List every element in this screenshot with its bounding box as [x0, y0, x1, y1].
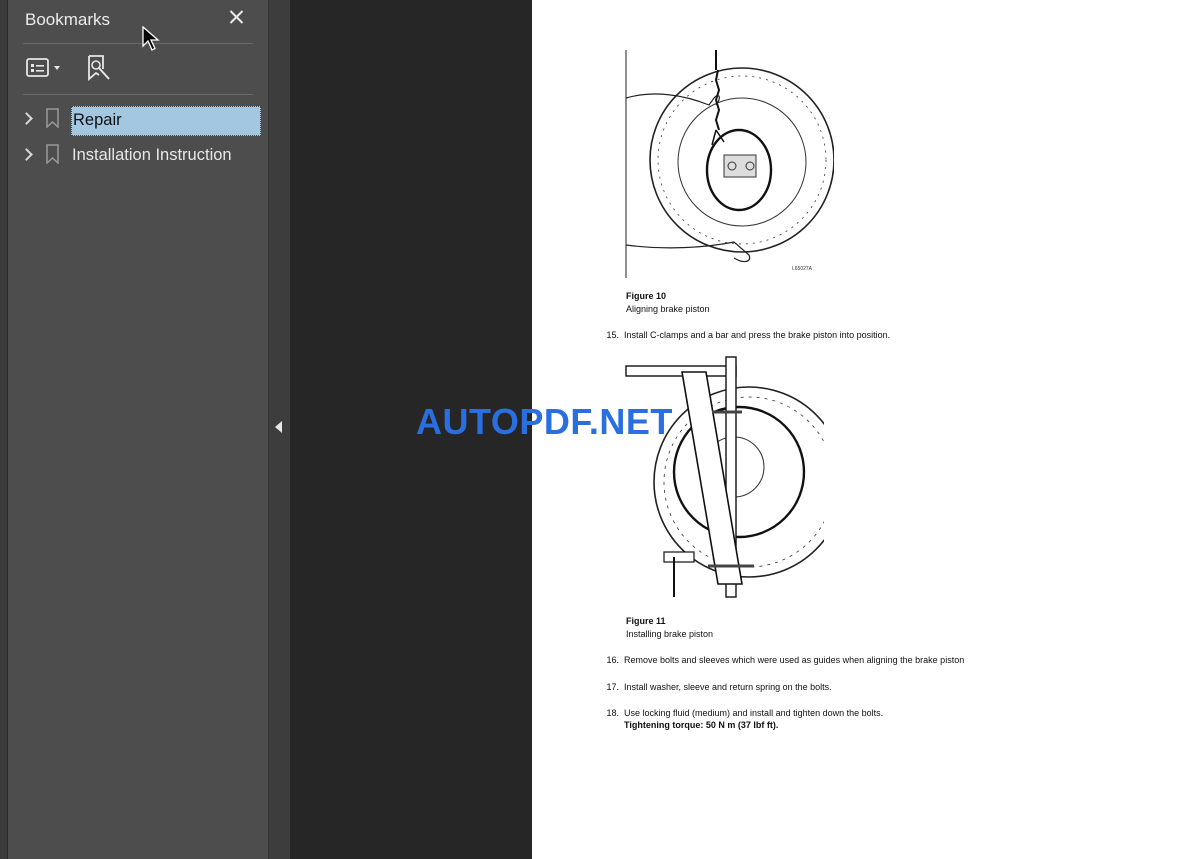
bookmarks-panel: Bookmarks Repair Installation Instructio… [8, 0, 268, 859]
divider [23, 43, 253, 44]
collapse-panel-arrow-icon[interactable] [275, 421, 282, 433]
find-current-bookmark-icon [88, 55, 110, 81]
watermark-text: AUTOPDF.NET [416, 401, 673, 442]
figure-11-caption: Installing brake piston [626, 629, 714, 639]
tightening-torque: Tightening torque: 50 N m (37 lbf ft). [624, 720, 779, 730]
bookmark-item-repair[interactable]: Repair [20, 104, 265, 136]
divider [23, 94, 253, 95]
figure-11-title: Figure 11 [626, 616, 666, 626]
left-navigation-rail [0, 0, 8, 859]
bookmark-label[interactable]: Installation Instruction [71, 142, 235, 172]
bookmark-options-button[interactable] [26, 57, 66, 79]
bookmark-options-icon [26, 58, 60, 77]
mouse-cursor-icon [142, 26, 160, 51]
bookmark-item-installation-instruction[interactable]: Installation Instruction [20, 140, 265, 170]
find-current-bookmark-button[interactable] [86, 54, 112, 82]
bookmark-icon [46, 108, 59, 128]
bookmark-icon [46, 144, 59, 164]
figure-11-illustration [625, 356, 824, 598]
bookmark-label[interactable]: Repair [71, 106, 261, 136]
figure-10-caption: Aligning brake piston [626, 304, 710, 314]
chevron-right-icon[interactable] [20, 148, 33, 161]
close-icon[interactable] [226, 6, 248, 28]
figure-code: L65027A [792, 266, 813, 272]
panel-title: Bookmarks [25, 10, 111, 29]
chevron-right-icon[interactable] [20, 112, 33, 125]
figure-10-title: Figure 10 [626, 291, 667, 301]
figure-10-illustration: L65027A [625, 50, 834, 278]
